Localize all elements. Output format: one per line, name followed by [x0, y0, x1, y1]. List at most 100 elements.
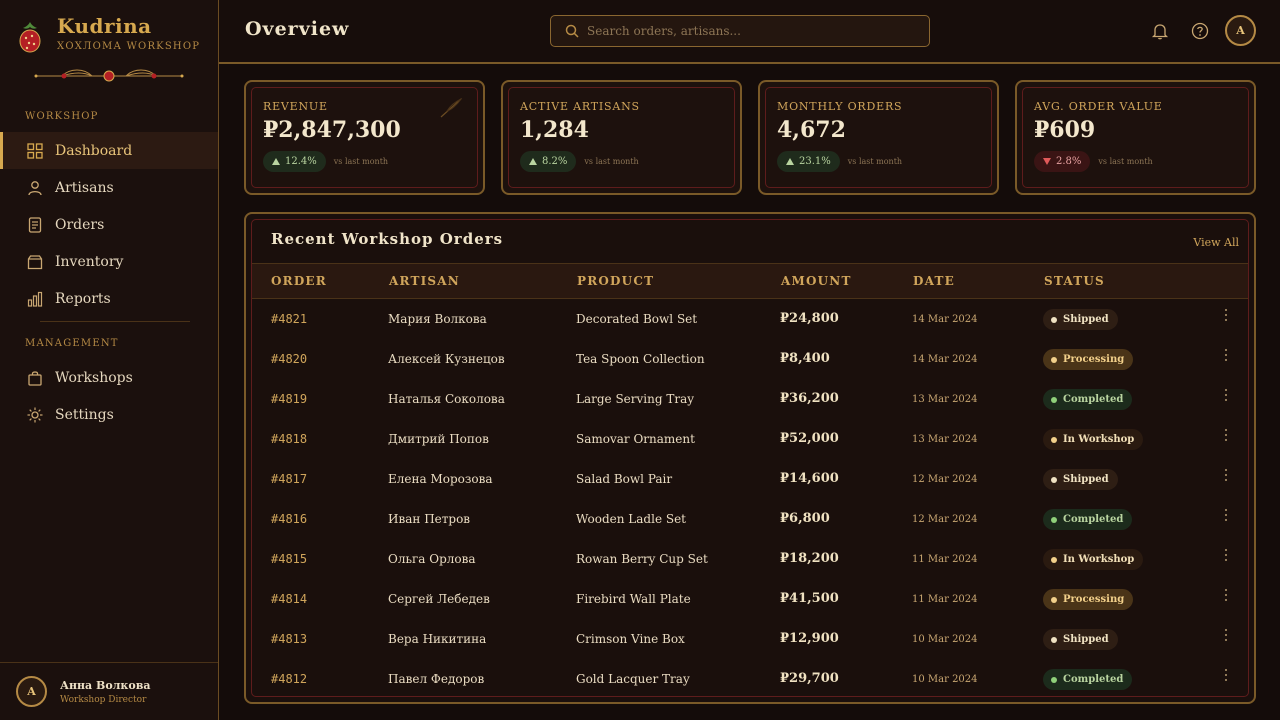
status-badge: Completed	[1043, 669, 1133, 690]
row-menu-icon[interactable]	[1224, 389, 1228, 403]
bell-icon[interactable]	[1151, 22, 1169, 40]
column-header-artisan[interactable]: ARTISAN	[389, 274, 460, 288]
order-id[interactable]: #4815	[271, 552, 307, 566]
comparison-note: vs last month	[333, 157, 389, 166]
order-id[interactable]: #4814	[271, 592, 307, 606]
status-badge: In Workshop	[1043, 549, 1144, 570]
table-row[interactable]: #4819 Наталья Соколова Large Serving Tray ₽…	[252, 380, 1248, 420]
product-name: Salad Bowl Pair	[576, 472, 673, 486]
column-header-order[interactable]: ORDER	[271, 274, 327, 288]
row-menu-icon[interactable]	[1224, 469, 1228, 483]
search-input[interactable]	[587, 24, 907, 38]
view-all-link[interactable]: View All	[1193, 236, 1239, 249]
order-id[interactable]: #4821	[271, 312, 307, 326]
artisan-name: Иван Петров	[388, 512, 471, 526]
table-row[interactable]: #4820 Алексей Кузнецов Tea Spoon Collectio…	[252, 340, 1248, 380]
order-amount: ₽6,800	[780, 511, 830, 526]
product-name: Firebird Wall Plate	[576, 592, 691, 606]
sidebar-item-inventory[interactable]: Inventory	[0, 243, 218, 280]
order-amount: ₽41,500	[780, 591, 839, 606]
trend-up-icon	[272, 158, 280, 165]
status-badge: Processing	[1043, 349, 1134, 370]
user-name: Анна Волкова	[60, 678, 151, 692]
change-value: 8.2%	[542, 156, 568, 167]
row-menu-icon[interactable]	[1224, 429, 1228, 443]
row-menu-icon[interactable]	[1224, 589, 1228, 603]
sidebar-item-settings[interactable]: Settings	[0, 396, 218, 433]
row-menu-icon[interactable]	[1224, 549, 1228, 563]
document-icon	[28, 216, 42, 233]
sidebar-item-artisans[interactable]: Artisans	[0, 169, 218, 206]
stat-card-avg-order: AVG. ORDER VALUE ₽609 2.8% vs last month	[1015, 80, 1256, 195]
order-date: 10 Mar 2024	[912, 674, 978, 685]
order-date: 12 Mar 2024	[912, 474, 978, 485]
table-row[interactable]: #4821 Мария Волкова Decorated Bowl Set ₽24,…	[252, 300, 1248, 340]
change-value: 2.8%	[1056, 156, 1082, 167]
status-dot-icon	[1051, 556, 1057, 563]
bag-icon	[28, 370, 42, 386]
comparison-note: vs last month	[584, 157, 639, 166]
trend-down-icon	[1043, 158, 1051, 165]
page-title: Overview	[245, 18, 350, 40]
order-id[interactable]: #4820	[271, 352, 307, 366]
status-badge: Shipped	[1043, 309, 1118, 330]
column-header-amount[interactable]: AMOUNT	[781, 274, 852, 288]
sidebar-item-workshops[interactable]: Workshops	[0, 359, 218, 396]
brand[interactable]: Kudrina ХОХЛОМА WORKSHOP	[18, 14, 200, 54]
artisan-name: Наталья Соколова	[388, 392, 505, 406]
sidebar-item-label: Artisans	[55, 179, 114, 196]
topbar: Overview A	[219, 0, 1280, 64]
header-avatar[interactable]: A	[1225, 15, 1256, 46]
column-header-product[interactable]: PRODUCT	[577, 274, 654, 288]
order-id[interactable]: #4819	[271, 392, 307, 406]
artisan-name: Павел Федоров	[388, 672, 485, 686]
order-id[interactable]: #4812	[271, 672, 307, 686]
search-box[interactable]	[550, 15, 930, 47]
artisan-name: Ольга Орлова	[388, 552, 476, 566]
order-id[interactable]: #4817	[271, 472, 307, 486]
table-row[interactable]: #4813 Вера Никитина Crimson Vine Box ₽12,90…	[252, 620, 1248, 660]
row-menu-icon[interactable]	[1224, 669, 1228, 683]
row-menu-icon[interactable]	[1224, 509, 1228, 523]
order-amount: ₽29,700	[780, 671, 839, 686]
status-dot-icon	[1051, 516, 1057, 523]
column-header-date[interactable]: DATE	[913, 274, 955, 288]
status-label: Shipped	[1063, 314, 1109, 325]
product-name: Tea Spoon Collection	[576, 352, 705, 366]
table-row[interactable]: #4817 Елена Морозова Salad Bowl Pair ₽14,60…	[252, 460, 1248, 500]
order-id[interactable]: #4818	[271, 432, 307, 446]
status-dot-icon	[1051, 396, 1057, 403]
table-row[interactable]: #4818 Дмитрий Попов Samovar Ornament ₽52,00…	[252, 420, 1248, 460]
user-profile[interactable]: A Анна Волкова Workshop Director	[0, 662, 218, 720]
column-header-status[interactable]: STATUS	[1044, 274, 1105, 288]
order-id[interactable]: #4813	[271, 632, 307, 646]
status-dot-icon	[1051, 316, 1057, 323]
status-dot-icon	[1051, 676, 1057, 683]
stat-card-orders: MONTHLY ORDERS 4,672 23.1% vs last month	[758, 80, 999, 195]
order-date: 14 Mar 2024	[912, 314, 978, 325]
sidebar-item-orders[interactable]: Orders	[0, 206, 218, 243]
status-label: Shipped	[1063, 474, 1109, 485]
table-row[interactable]: #4814 Сергей Лебедев Firebird Wall Plate ₽4…	[252, 580, 1248, 620]
status-label: Completed	[1063, 514, 1124, 525]
order-id[interactable]: #4816	[271, 512, 307, 526]
stat-value: ₽2,847,300	[263, 117, 401, 143]
table-row[interactable]: #4815 Ольга Орлова Rowan Berry Cup Set ₽18,…	[252, 540, 1248, 580]
order-amount: ₽18,200	[780, 551, 839, 566]
artisan-name: Елена Морозова	[388, 472, 493, 486]
help-icon[interactable]	[1191, 22, 1209, 40]
table-row[interactable]: #4816 Иван Петров Wooden Ladle Set ₽6,800 12…	[252, 500, 1248, 540]
sidebar-item-label: Workshops	[55, 369, 133, 386]
sidebar-item-dashboard[interactable]: Dashboard	[0, 132, 218, 169]
table-row[interactable]: #4812 Павел Федоров Gold Lacquer Tray ₽29,7…	[252, 660, 1248, 696]
status-dot-icon	[1051, 436, 1057, 443]
row-menu-icon[interactable]	[1224, 629, 1228, 643]
status-badge: In Workshop	[1043, 429, 1144, 450]
sidebar-item-label: Settings	[55, 406, 114, 423]
user-role: Workshop Director	[60, 694, 147, 705]
sidebar-item-reports[interactable]: Reports	[0, 280, 218, 317]
product-name: Large Serving Tray	[576, 392, 695, 406]
row-menu-icon[interactable]	[1224, 349, 1228, 363]
row-menu-icon[interactable]	[1224, 309, 1228, 323]
feather-icon	[440, 98, 463, 118]
